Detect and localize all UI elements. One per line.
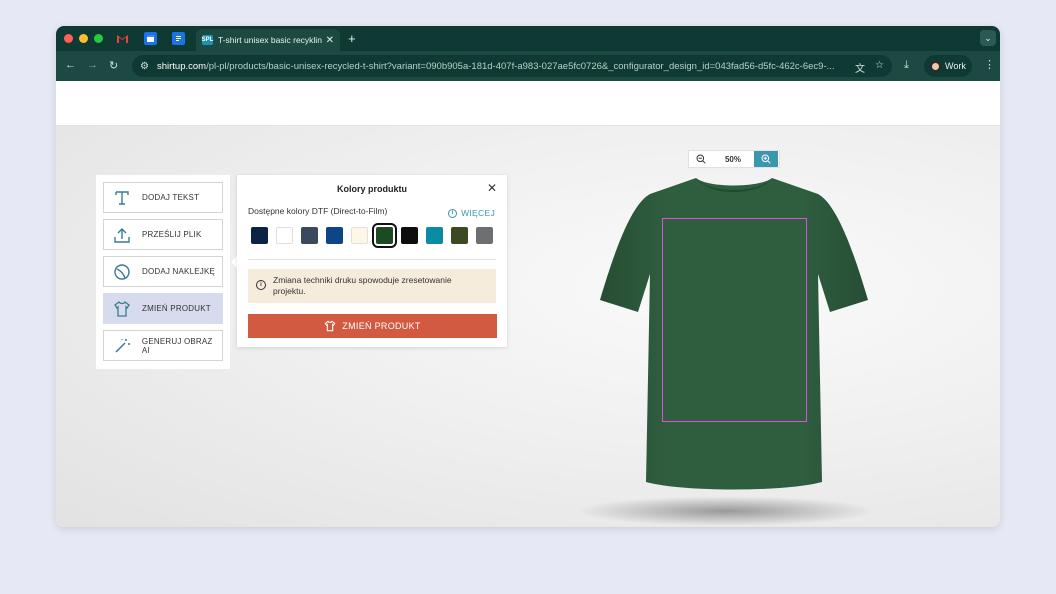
add-sticker-button[interactable]: DODAJ NAKLEJKĘ [103,256,223,287]
tshirt-icon [324,320,336,332]
back-arrow-icon[interactable]: ← [65,59,76,71]
browser-menu-icon[interactable]: ⋮ [984,58,995,71]
color-swatch[interactable] [301,227,318,244]
color-swatch[interactable] [276,227,293,244]
bookmark-star-icon[interactable]: ☆ [875,60,884,75]
upload-file-button[interactable]: PRZEŚLIJ PLIK [103,219,223,250]
gmail-icon [117,35,128,43]
color-swatch[interactable] [372,223,397,248]
color-swatch[interactable] [451,227,468,244]
tool-label: GENERUJ OBRAZ AI [141,336,213,355]
url-text: shirtup.com/pl-pl/products/basic-unisex-… [156,60,835,72]
close-window-button[interactable] [64,34,73,43]
info-icon: i [448,208,458,218]
minimize-window-button[interactable] [79,34,88,43]
tool-sidebar: DODAJ TEKST PRZEŚLIJ PLIK DODAJ NAKLEJKĘ… [96,175,230,369]
tshirt-icon [112,299,132,319]
more-label: WIĘCEJ [461,208,495,218]
configurator-canvas: DODAJ TEKST PRZEŚLIJ PLIK DODAJ NAKLEJKĘ… [56,126,1000,527]
change-product-button[interactable]: ZMIEŃ PRODUKT [103,293,223,324]
color-swatch[interactable] [476,227,493,244]
zoom-out-icon [696,154,706,164]
tab-active[interactable]: SPL T-shirt unisex basic recykling ✕ [196,29,340,51]
zoom-in-button[interactable] [754,151,778,167]
pinned-tab-calendar[interactable] [144,32,157,45]
add-text-button[interactable]: DODAJ TEKST [103,182,223,213]
color-swatch[interactable] [351,227,368,244]
color-swatch[interactable] [401,227,418,244]
forms-icon [176,36,181,41]
reset-notice: i Zmiana techniki druku spowoduje zreset… [248,269,496,303]
change-product-label: ZMIEŃ PRODUKT [342,321,421,331]
panel-title: Kolory produktu [337,184,407,194]
zoom-value: 50% [724,154,741,164]
tab-search-chevron-icon[interactable]: ⌄ [980,30,996,46]
browser-window: SPL T-shirt unisex basic recykling ✕ + ⌄… [56,26,1000,527]
tool-label: ZMIEŃ PRODUKT [142,304,211,313]
color-swatches [251,223,493,248]
profile-label: Work [945,61,966,71]
translate-icon[interactable]: 文 [855,60,865,75]
color-swatch[interactable] [426,227,443,244]
more-link[interactable]: i WIĘCEJ [448,208,495,218]
dtf-colors-label: Dostępne kolory DTF (Direct-to-Film) [248,206,388,216]
zoom-out-button[interactable] [689,151,713,167]
text-icon [112,188,132,208]
profile-button[interactable]: Work [924,55,972,77]
pinned-tab-forms[interactable] [172,32,185,45]
zoom-in-icon [761,154,771,164]
zoom-control: 50% [688,150,780,168]
pinned-tab-gmail[interactable] [116,32,129,45]
color-swatch[interactable] [326,227,343,244]
tool-label: DODAJ TEKST [142,193,200,202]
window-controls [64,34,103,43]
tab-title: T-shirt unisex basic recykling [218,35,322,45]
new-tab-icon[interactable]: + [348,31,356,46]
print-area-outline[interactable] [662,218,807,422]
site-header [56,81,1000,126]
color-swatch[interactable] [251,227,268,244]
shirtup-favicon-icon: SPL [201,35,214,45]
change-product-submit-button[interactable]: ZMIEŃ PRODUKT [248,314,497,338]
divider [248,259,496,260]
tool-label: PRZEŚLIJ PLIK [142,230,202,239]
avatar [930,60,941,72]
tool-label: DODAJ NAKLEJKĘ [142,267,216,276]
tab-bar: SPL T-shirt unisex basic recykling ✕ + ⌄ [56,26,1000,51]
forward-arrow-icon[interactable]: → [87,59,98,71]
maximize-window-button[interactable] [94,34,103,43]
sticker-icon [112,262,132,282]
address-bar[interactable]: ⚙ shirtup.com/pl-pl/products/basic-unise… [132,55,892,77]
tab-close-icon[interactable]: ✕ [326,35,334,46]
close-icon[interactable]: ✕ [487,181,497,195]
product-colors-panel: Kolory produktu ✕ Dostępne kolory DTF (D… [237,175,507,347]
calendar-icon [147,35,154,42]
upload-icon [112,225,132,245]
site-settings-icon[interactable]: ⚙ [140,61,149,72]
notice-text: Zmiana techniki druku spowoduje zresetow… [273,275,452,296]
info-icon: i [256,280,266,290]
download-icon[interactable]: ⤓ [904,59,909,72]
browser-toolbar: ← → ↻ ⚙ shirtup.com/pl-pl/products/basic… [56,51,1000,81]
generate-ai-image-button[interactable]: GENERUJ OBRAZ AI [103,330,223,361]
reload-icon[interactable]: ↻ [109,59,118,72]
magic-wand-icon [112,336,132,356]
